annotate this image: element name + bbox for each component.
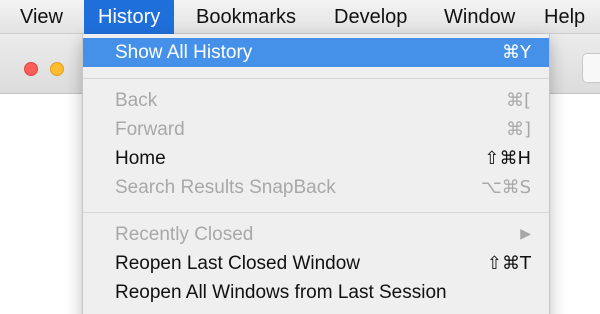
menu-item-label: Home (115, 148, 166, 169)
menu-separator (83, 212, 549, 214)
close-window-button[interactable] (24, 62, 38, 76)
menu-item-label: Reopen Last Closed Window (115, 253, 361, 274)
menu-item-label: Recently Closed (115, 224, 254, 245)
menu-item-back[interactable]: Back ⌘[ (83, 86, 549, 115)
shortcut-label: ⌘] (505, 119, 531, 140)
menu-item-reopen-last-closed-window[interactable]: Reopen Last Closed Window ⇧⌘T (83, 249, 549, 278)
menu-item-recently-closed[interactable]: Recently Closed ▶ (83, 220, 549, 249)
menu-window[interactable]: Window (430, 0, 529, 34)
menu-item-label: Search Results SnapBack (115, 177, 336, 198)
shortcut-label: ⇧⌘H (484, 148, 531, 169)
menu-item-label: Show All History (115, 42, 253, 63)
shortcut-label: ⇧⌘T (486, 253, 531, 274)
menu-help[interactable]: Help (530, 0, 599, 34)
menu-item-label: Back (115, 90, 158, 111)
menu-item-forward[interactable]: Forward ⌘] (83, 115, 549, 144)
menu-separator (83, 78, 549, 80)
history-dropdown-menu: Show All History ⌘Y Back ⌘[ Forward ⌘] H… (82, 34, 550, 314)
shortcut-label: ⌘[ (505, 90, 531, 111)
menu-develop[interactable]: Develop (320, 0, 421, 34)
submenu-arrow-icon: ▶ (520, 226, 531, 242)
shortcut-label: ⌘Y (502, 42, 531, 63)
menu-bookmarks[interactable]: Bookmarks (182, 0, 310, 34)
menu-item-label: Reopen All Windows from Last Session (115, 282, 447, 303)
menu-item-home[interactable]: Home ⇧⌘H (83, 144, 549, 173)
menu-item-reopen-all-windows[interactable]: Reopen All Windows from Last Session (83, 278, 549, 307)
toolbar-button[interactable] (582, 53, 600, 83)
shortcut-label: ⌥⌘S (480, 177, 531, 198)
menu-item-label: Forward (115, 119, 185, 140)
menu-history[interactable]: History (84, 0, 175, 34)
menu-bar: View History Bookmarks Develop Window He… (0, 0, 600, 34)
menu-item-show-all-history[interactable]: Show All History ⌘Y (83, 38, 549, 67)
minimize-window-button[interactable] (50, 62, 64, 76)
menu-item-search-results-snapback[interactable]: Search Results SnapBack ⌥⌘S (83, 173, 549, 202)
menu-view[interactable]: View (6, 0, 77, 34)
